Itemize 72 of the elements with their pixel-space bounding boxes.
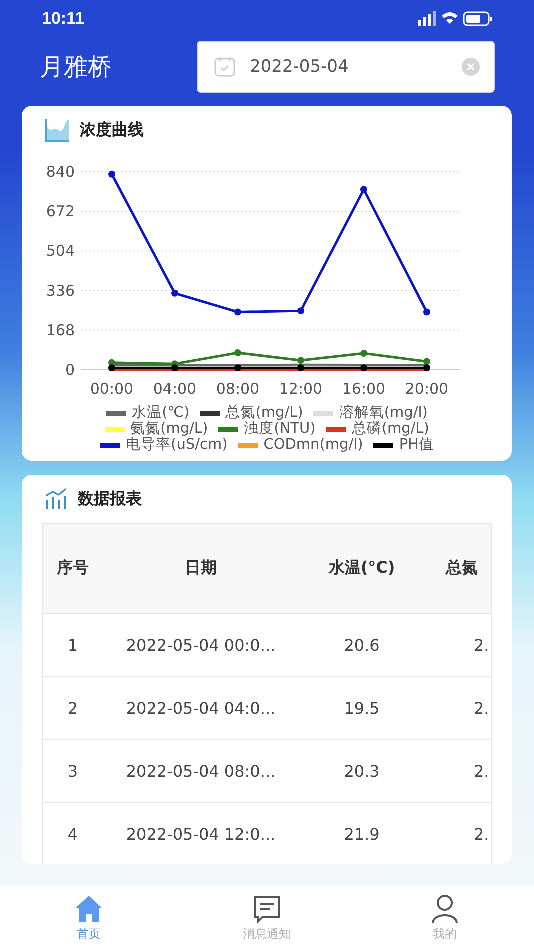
table-cell-text: 20.6: [343, 636, 381, 654]
table-cell-text: 1: [66, 636, 80, 654]
area-chart-icon: [44, 118, 70, 142]
point: [360, 350, 368, 357]
point: [108, 170, 116, 178]
signal-icon: [418, 11, 436, 26]
table-cell-text: 21.9: [343, 824, 381, 844]
legend-item[interactable]: 水温(℃): [106, 405, 190, 421]
legend-item[interactable]: 总氮(mg/L): [200, 405, 304, 421]
legend-item[interactable]: CODmn(mg/l): [238, 437, 364, 453]
table-cell-text: 2022-05-04 08:0...: [125, 762, 277, 780]
point: [172, 290, 178, 297]
point: [172, 364, 178, 372]
axis-label: 0: [65, 361, 75, 379]
axis-label: 504: [46, 242, 75, 260]
axis-label: 20:00: [405, 380, 449, 398]
table-cell-text: 2: [66, 698, 80, 718]
table-cell-text: 20.3: [343, 762, 381, 780]
axis-label: 336: [46, 282, 75, 300]
table-cell-text: 2022-05-04 00:0...: [125, 636, 277, 654]
point: [424, 308, 430, 316]
column-header: 日期: [184, 558, 218, 579]
axis-label: 12:00: [279, 380, 323, 398]
axis-label: 00:00: [90, 380, 134, 398]
card-title: 浓度曲线: [80, 120, 144, 140]
point: [298, 308, 304, 315]
table-cell-text: 2.: [473, 824, 490, 844]
card-title: 数据报表: [78, 488, 142, 510]
message-icon: [252, 894, 282, 924]
column-header: 序号: [56, 558, 90, 579]
axis-label: 840: [46, 163, 75, 181]
column-header: 总氮: [444, 558, 478, 579]
point: [108, 364, 116, 372]
calendar-icon: [214, 56, 236, 78]
legend-item[interactable]: 电导率(uS/cm): [100, 437, 228, 453]
station-title: 月雅桥: [40, 52, 112, 83]
axis-label: 08:00: [216, 380, 260, 398]
axis-label: 16:00: [342, 380, 386, 398]
table-cell-text: 2.: [473, 698, 490, 718]
table-cell-text: 19.5: [343, 698, 381, 718]
wifi-icon: [442, 12, 458, 24]
point: [360, 364, 368, 372]
table-cell-text: 3: [66, 762, 80, 780]
table-cell-text: 2.: [473, 636, 490, 654]
point: [234, 364, 242, 372]
point: [298, 357, 304, 364]
legend-item[interactable]: 氨氮(mg/L): [104, 421, 208, 437]
legend-item[interactable]: 溶解氧(mg/l): [313, 405, 428, 421]
table-cell-text: 4: [66, 824, 80, 844]
point: [298, 364, 304, 372]
user-icon: [430, 894, 460, 924]
point: [234, 350, 242, 357]
axis-label: 168: [46, 321, 75, 340]
table-cell-text: 2022-05-04 12:0...: [125, 824, 277, 844]
status-time: 10:11: [42, 9, 85, 29]
legend-item[interactable]: 总磷(mg/L): [326, 421, 430, 437]
legend-item[interactable]: 浊度(NTU): [218, 421, 316, 437]
axis-label: 04:00: [153, 380, 197, 398]
legend-item[interactable]: PH值: [373, 437, 434, 453]
bar-chart-icon: [44, 488, 68, 510]
point: [234, 308, 242, 316]
table-cell-text: 2.: [473, 762, 490, 780]
point: [424, 364, 430, 372]
point: [424, 358, 430, 366]
home-icon: [74, 894, 104, 924]
clear-icon[interactable]: [462, 58, 480, 76]
point: [360, 186, 368, 194]
battery-icon: [463, 12, 492, 26]
axis-label: 672: [46, 202, 75, 221]
table-cell-text: 2022-05-04 04:0...: [125, 698, 277, 718]
date-field[interactable]: 2022-05-04: [197, 41, 495, 93]
column-header: 水温(°C): [328, 558, 396, 579]
